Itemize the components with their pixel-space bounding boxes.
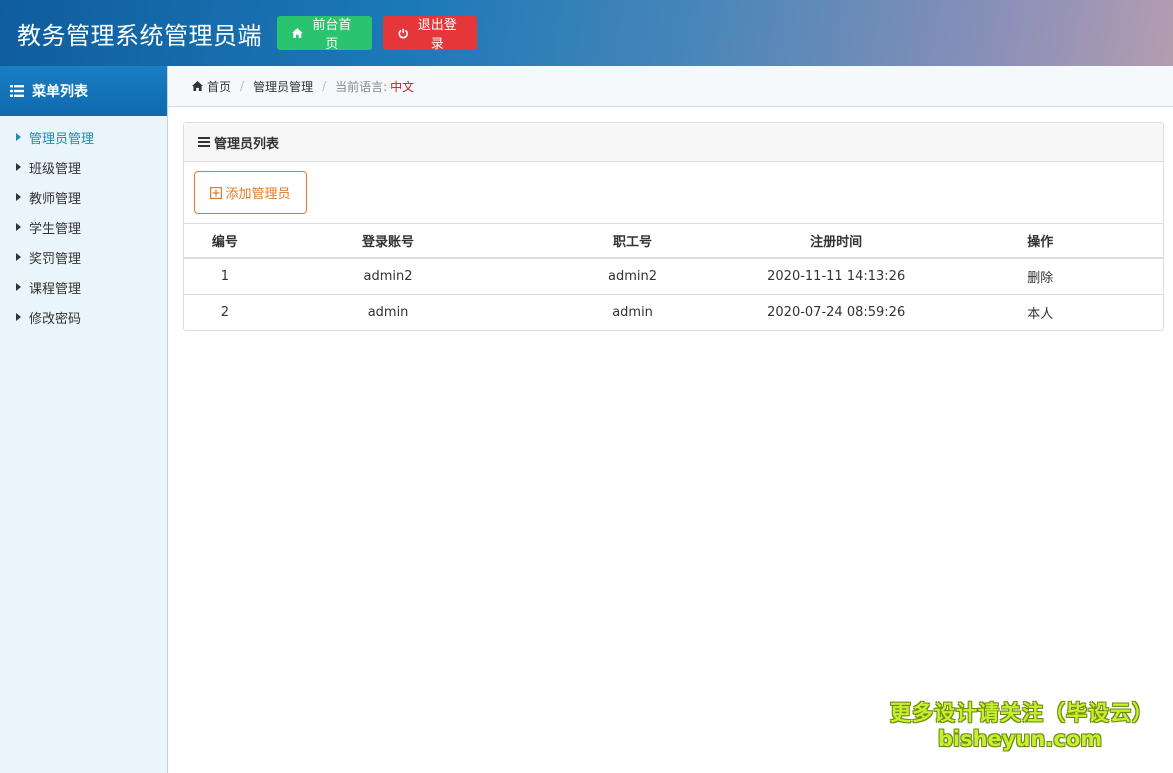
power-icon — [398, 28, 408, 38]
sidebar-item-label: 管理员管理 — [29, 131, 95, 147]
cell-id: 1 — [184, 258, 266, 295]
caret-right-icon — [16, 283, 21, 291]
language-label: 当前语言: — [335, 79, 388, 94]
cell-account: admin — [367, 304, 409, 320]
breadcrumb-home[interactable]: 首页 — [207, 78, 231, 95]
sidebar-item-label: 课程管理 — [29, 281, 82, 297]
sidebar-item-label: 学生管理 — [29, 221, 82, 237]
sidebar: 菜单列表 管理员管理 班级管理 教师管理 学生管理 奖罚管理 课程管理 修改密码 — [0, 66, 168, 773]
top-header: 教务管理系统管理员端 前台首页 退出登录 — [0, 0, 1173, 66]
plus-square-icon — [210, 186, 223, 199]
cell-registered: 2020-11-11 14:13:26 — [754, 258, 918, 295]
panel-header: 管理员列表 — [184, 123, 1163, 162]
add-admin-button-label: 添加管理员 — [225, 187, 291, 202]
sidebar-item-reward[interactable]: 奖罚管理 — [0, 242, 167, 272]
admin-table: 编号 登录账号 职工号 注册时间 操作 1 admin2 admin2 2020… — [184, 224, 1163, 330]
cell-staff-no: admin — [612, 304, 653, 320]
home-icon — [292, 28, 303, 38]
add-admin-button[interactable]: 添加管理员 — [194, 171, 307, 214]
caret-right-icon — [16, 193, 21, 201]
frontpage-button[interactable]: 前台首页 — [277, 16, 372, 52]
sidebar-item-admin[interactable]: 管理员管理 — [0, 122, 167, 152]
sidebar-item-label: 班级管理 — [29, 161, 82, 177]
caret-right-icon — [16, 163, 21, 171]
delete-link[interactable]: 删除 — [917, 258, 1163, 295]
panel-toolbar: 添加管理员 — [184, 162, 1163, 224]
sidebar-item-label: 教师管理 — [29, 191, 82, 207]
panel-title: 管理员列表 — [214, 136, 280, 152]
logout-button[interactable]: 退出登录 — [383, 16, 477, 52]
home-icon — [192, 81, 203, 91]
list-icon — [10, 85, 24, 97]
admin-list-panel: 管理员列表 添加管理员 编号 登录账号 职工号 注册时间 操作 1 admin2… — [183, 122, 1164, 331]
caret-right-icon — [16, 313, 21, 321]
sidebar-item-password[interactable]: 修改密码 — [0, 302, 167, 332]
sidebar-item-teacher[interactable]: 教师管理 — [0, 182, 167, 212]
app-title: 教务管理系统管理员端 — [17, 21, 262, 50]
cell-action-self: 本人 — [1027, 306, 1054, 322]
column-header-registered: 注册时间 — [754, 224, 918, 259]
sidebar-item-student[interactable]: 学生管理 — [0, 212, 167, 242]
cell-staff-no: admin2 — [510, 258, 755, 295]
frontpage-button-label: 前台首页 — [312, 18, 352, 52]
column-header-staff-no: 职工号 — [510, 224, 755, 259]
column-header-id: 编号 — [184, 224, 266, 259]
cell-account: admin2 — [265, 258, 511, 295]
logout-button-label: 退出登录 — [417, 18, 457, 52]
sidebar-title: 菜单列表 — [32, 84, 88, 100]
watermark-line1: 更多设计请关注（毕设云） — [890, 701, 1154, 725]
breadcrumb-separator: / — [322, 79, 327, 93]
table-row: 1 admin2 admin2 2020-11-11 14:13:26 删除 — [184, 258, 1163, 295]
caret-right-icon — [16, 133, 21, 141]
caret-right-icon — [16, 223, 21, 231]
watermark-line2: bisheyun.com — [937, 727, 1103, 751]
table-row: 2 admin admin 2020-07-24 08:59:26 本人 — [184, 294, 1163, 330]
breadcrumb: 首页 / 管理员管理 / 当前语言: 中文 — [168, 66, 1173, 107]
table-header-row: 编号 登录账号 职工号 注册时间 操作 — [184, 224, 1163, 259]
breadcrumb-current: 管理员管理 — [253, 79, 314, 94]
sidebar-header: 菜单列表 — [0, 66, 167, 116]
sidebar-item-class[interactable]: 班级管理 — [0, 152, 167, 182]
sidebar-item-label: 修改密码 — [29, 311, 82, 327]
column-header-account: 登录账号 — [265, 224, 511, 259]
bars-icon — [198, 137, 210, 147]
cell-id: 2 — [220, 304, 230, 320]
column-header-action: 操作 — [917, 224, 1163, 259]
caret-right-icon — [16, 253, 21, 261]
cell-registered: 2020-07-24 08:59:26 — [767, 304, 906, 320]
sidebar-item-label: 奖罚管理 — [29, 251, 82, 267]
sidebar-menu: 管理员管理 班级管理 教师管理 学生管理 奖罚管理 课程管理 修改密码 — [0, 116, 167, 332]
watermark: 更多设计请关注（毕设云） bisheyun.com — [890, 697, 1154, 751]
language-value: 中文 — [390, 79, 415, 94]
sidebar-item-course[interactable]: 课程管理 — [0, 272, 167, 302]
breadcrumb-separator: / — [240, 79, 245, 93]
